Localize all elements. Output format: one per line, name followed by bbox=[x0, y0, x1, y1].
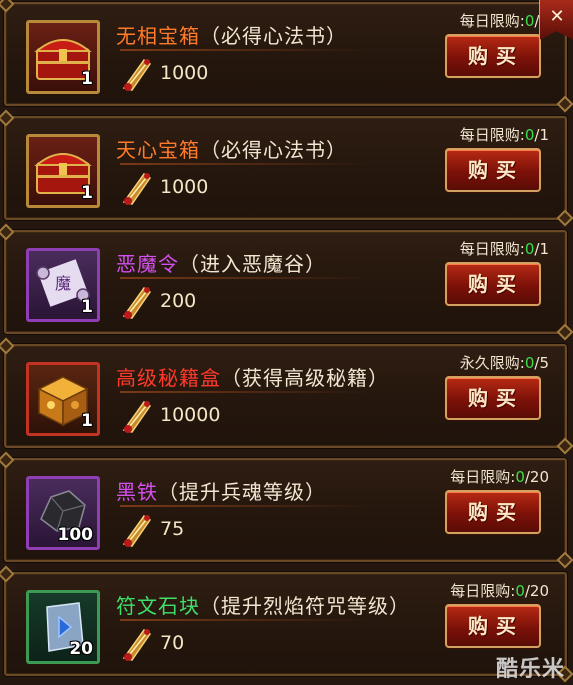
buy-button[interactable]: 购买 bbox=[445, 34, 541, 78]
buy-button[interactable]: 购买 bbox=[445, 490, 541, 534]
item-name: 天心宝箱（必得心法书） bbox=[116, 138, 347, 162]
shop-item-row: 100 黑铁（提升兵魂等级） 75 每日限购:0/20 购买 bbox=[4, 458, 567, 562]
gold-ingot-currency-icon bbox=[122, 58, 152, 91]
item-quantity: 1 bbox=[81, 183, 93, 203]
item-price: 70 bbox=[120, 624, 184, 662]
shop-item-row: 20 符文石块（提升烈焰符咒等级） 70 每日限购:0/20 购买 bbox=[4, 572, 567, 676]
item-quantity: 1 bbox=[81, 297, 93, 317]
item-price: 1000 bbox=[120, 168, 208, 206]
name-underline bbox=[120, 49, 370, 51]
shop-panel: 1 无相宝箱（必得心法书） 1000 每日限购:0/2 购买 1 bbox=[0, 0, 573, 685]
item-icon-frame[interactable]: 20 bbox=[26, 590, 100, 664]
item-name: 无相宝箱（必得心法书） bbox=[116, 24, 347, 48]
gold-ingot-currency-icon bbox=[122, 628, 152, 661]
buy-button[interactable]: 购买 bbox=[445, 376, 541, 420]
item-price: 200 bbox=[120, 282, 196, 320]
name-underline bbox=[120, 505, 370, 507]
item-quantity: 20 bbox=[69, 639, 93, 659]
purchase-limit: 每日限购:0/1 bbox=[459, 126, 549, 144]
item-name: 黑铁（提升兵魂等级） bbox=[116, 480, 326, 504]
item-price: 10000 bbox=[120, 396, 220, 434]
item-icon-frame[interactable]: 1 bbox=[26, 134, 100, 208]
item-name: 符文石块（提升烈焰符咒等级） bbox=[116, 594, 410, 618]
purchase-limit: 每日限购:0/20 bbox=[450, 468, 549, 486]
buy-button[interactable]: 购买 bbox=[445, 148, 541, 192]
watermark: 酷乐米 bbox=[495, 657, 565, 682]
close-icon: ✕ bbox=[549, 6, 565, 27]
purchase-limit: 每日限购:0/2 bbox=[459, 12, 549, 30]
shop-item-row: 1 天心宝箱（必得心法书） 1000 每日限购:0/1 购买 bbox=[4, 116, 567, 220]
gold-ingot-currency-icon bbox=[122, 514, 152, 547]
item-name: 恶魔令（进入恶魔谷） bbox=[116, 252, 326, 276]
svg-text:魔: 魔 bbox=[55, 274, 71, 293]
name-underline bbox=[120, 277, 370, 279]
item-quantity: 1 bbox=[81, 69, 93, 89]
shop-item-row: 1 高级秘籍盒（获得高级秘籍） 10000 永久限购:0/5 购买 bbox=[4, 344, 567, 448]
shop-item-row: 魔 1 恶魔令（进入恶魔谷） 200 每日限购:0/1 购买 bbox=[4, 230, 567, 334]
gold-ingot-currency-icon bbox=[122, 400, 152, 433]
purchase-limit: 每日限购:0/20 bbox=[450, 582, 549, 600]
item-price: 1000 bbox=[120, 54, 208, 92]
name-underline bbox=[120, 391, 370, 393]
shop-item-row: 1 无相宝箱（必得心法书） 1000 每日限购:0/2 购买 bbox=[4, 2, 567, 106]
gold-ingot-currency-icon bbox=[122, 286, 152, 319]
item-icon-frame[interactable]: 1 bbox=[26, 20, 100, 94]
gold-ingot-currency-icon bbox=[122, 172, 152, 205]
purchase-limit: 永久限购:0/5 bbox=[459, 354, 549, 372]
name-underline bbox=[120, 163, 370, 165]
name-underline bbox=[120, 619, 370, 621]
item-quantity: 100 bbox=[57, 525, 94, 545]
buy-button[interactable]: 购买 bbox=[445, 262, 541, 306]
purchase-limit: 每日限购:0/1 bbox=[459, 240, 549, 258]
item-name: 高级秘籍盒（获得高级秘籍） bbox=[116, 366, 389, 390]
item-price: 75 bbox=[120, 510, 184, 548]
item-quantity: 1 bbox=[81, 411, 93, 431]
item-icon-frame[interactable]: 魔 1 bbox=[26, 248, 100, 322]
item-icon-frame[interactable]: 100 bbox=[26, 476, 100, 550]
buy-button[interactable]: 购买 bbox=[445, 604, 541, 648]
item-icon-frame[interactable]: 1 bbox=[26, 362, 100, 436]
